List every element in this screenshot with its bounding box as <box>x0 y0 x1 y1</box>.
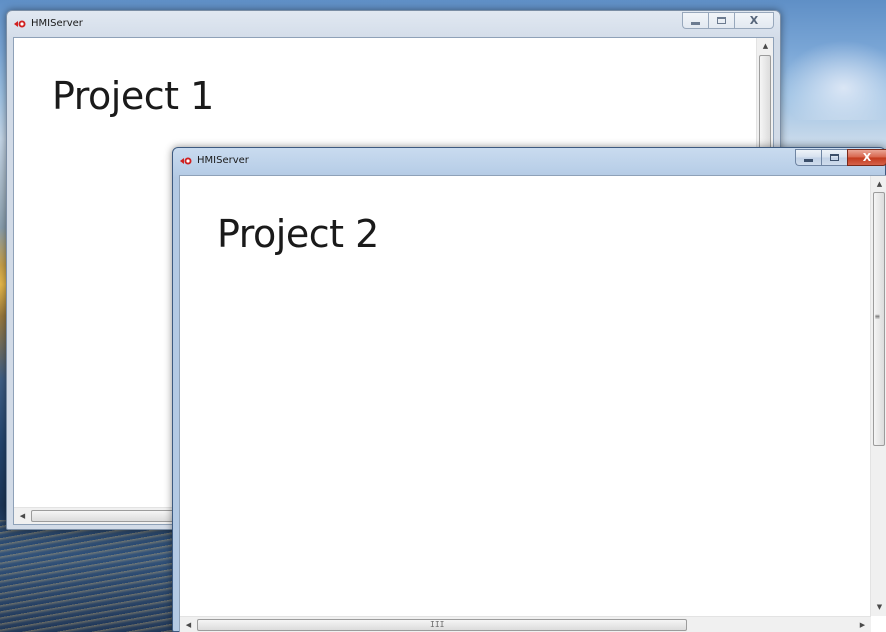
hmi-server-app-icon <box>14 20 26 28</box>
horizontal-scrollbar[interactable]: ◀ III ▶ <box>180 616 871 632</box>
maximize-icon <box>830 154 839 161</box>
minimize-button[interactable] <box>795 149 821 166</box>
scroll-down-icon[interactable]: ▼ <box>871 599 886 616</box>
vertical-scrollbar[interactable]: ▲ ≡ ▼ <box>870 176 886 616</box>
close-button[interactable]: X <box>847 149 886 166</box>
desktop-cloud <box>780 40 886 120</box>
desktop-sea <box>0 520 180 632</box>
window-1-caption-buttons: X <box>682 12 774 30</box>
scroll-left-icon[interactable]: ◀ <box>14 508 31 524</box>
close-icon: X <box>749 14 759 27</box>
window-project-2[interactable]: HMIServer X Project 2 ▲ ≡ ▼ ◀ III ▶ <box>172 147 886 632</box>
maximize-icon <box>717 17 726 24</box>
scroll-up-icon[interactable]: ▲ <box>871 176 886 193</box>
window-2-caption-buttons: X <box>795 149 886 167</box>
scroll-right-icon[interactable]: ▶ <box>854 617 871 632</box>
scroll-up-icon[interactable]: ▲ <box>757 38 773 55</box>
window-2-titlebar[interactable]: HMIServer X <box>173 148 886 174</box>
window-1-titlebar[interactable]: HMIServer X <box>7 11 780 37</box>
close-icon: X <box>862 151 872 164</box>
horizontal-grip-icon: III <box>430 620 445 629</box>
scroll-left-icon[interactable]: ◀ <box>180 617 197 632</box>
window-title: HMIServer <box>197 155 249 166</box>
hmi-server-app-icon <box>180 157 192 165</box>
minimize-button[interactable] <box>682 12 708 29</box>
minimize-icon <box>804 159 813 162</box>
close-button[interactable]: X <box>734 12 774 29</box>
window-title: HMIServer <box>31 18 83 29</box>
maximize-button[interactable] <box>821 149 847 166</box>
maximize-button[interactable] <box>708 12 734 29</box>
project-title: Project 2 <box>217 212 379 256</box>
project-title: Project 1 <box>52 74 214 118</box>
vertical-grip-icon: ≡ <box>875 312 880 321</box>
minimize-icon <box>691 22 700 25</box>
window-2-client-area: Project 2 ▲ ≡ ▼ ◀ III ▶ <box>179 175 886 632</box>
